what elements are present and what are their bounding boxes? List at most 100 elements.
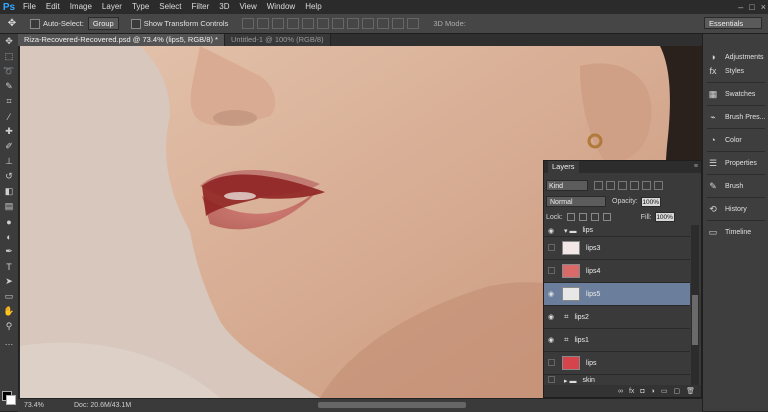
auto-select-dropdown[interactable]: Group [87, 17, 119, 30]
align-top-icon[interactable] [242, 18, 255, 29]
menu-type[interactable]: Type [127, 0, 154, 14]
dock-styles[interactable]: fx Styles [707, 64, 744, 78]
menu-filter[interactable]: Filter [187, 0, 215, 14]
layer-row-lips[interactable]: lips [544, 352, 690, 375]
tab-riza-document[interactable]: Riza-Recovered-Recovered.psd @ 73.4% (li… [18, 34, 225, 46]
background-color-swatch[interactable] [6, 395, 16, 405]
document-size[interactable]: Doc: 20.6M/43.1M [74, 402, 131, 409]
dock-adjustments[interactable]: ◑ Adjustments [707, 50, 763, 64]
group-expand-icon[interactable]: ▾ ▬ [564, 227, 576, 235]
panel-menu-icon[interactable]: ≡ [694, 161, 698, 173]
align-left-icon[interactable] [287, 18, 300, 29]
add-mask-icon[interactable]: ◘ [640, 388, 644, 395]
lock-pixels-icon[interactable] [578, 213, 587, 221]
lock-position-icon[interactable] [590, 213, 599, 221]
dock-brush-presets[interactable]: ⌁ Brush Pres... [707, 110, 765, 124]
lock-all-icon[interactable] [602, 213, 611, 221]
workspace-switcher[interactable]: Essentials [704, 17, 762, 29]
hand-tool-icon[interactable]: ✋ [0, 304, 18, 319]
dock-color[interactable]: ◔ Color [707, 133, 741, 147]
visibility-toggle-icon[interactable] [544, 266, 558, 276]
layer-style-icon[interactable]: fx [629, 388, 634, 395]
layer-row-lips2[interactable]: ◉ ⌗ lips2 [544, 306, 690, 329]
filter-adjustment-icon[interactable] [606, 181, 615, 190]
visibility-eye-icon[interactable]: ◉ [544, 290, 558, 298]
align-vcenter-icon[interactable] [257, 18, 270, 29]
distribute-top-icon[interactable] [332, 18, 345, 29]
zoom-tool-icon[interactable]: ⚲ [0, 319, 18, 334]
visibility-toggle-icon[interactable] [544, 376, 558, 385]
menu-view[interactable]: View [235, 0, 262, 14]
dock-brush[interactable]: ✎ Brush [707, 179, 743, 193]
new-group-icon[interactable]: ▭ [661, 387, 668, 395]
menu-image[interactable]: Image [65, 0, 97, 14]
distribute-left-icon[interactable] [377, 18, 390, 29]
brush-tool-icon[interactable]: ✐ [0, 139, 18, 154]
layers-panel-title[interactable]: Layers [548, 161, 579, 173]
distribute-right-icon[interactable] [407, 18, 420, 29]
visibility-eye-icon[interactable]: ◉ [544, 336, 558, 344]
layer-row-lips4[interactable]: lips4 [544, 260, 690, 283]
path-selection-tool-icon[interactable]: ➤ [0, 274, 18, 289]
layers-scroll-thumb[interactable] [692, 295, 698, 345]
blend-mode-dropdown[interactable]: Normal [546, 196, 606, 207]
menu-window[interactable]: Window [262, 0, 300, 14]
minimize-button[interactable]: – [738, 0, 743, 14]
align-bottom-icon[interactable] [272, 18, 285, 29]
auto-select-checkbox[interactable] [30, 18, 40, 29]
pen-tool-icon[interactable]: ✒ [0, 244, 18, 259]
layers-panel-header[interactable]: Layers ≡ [544, 161, 701, 173]
adjustment-layer-icon[interactable]: ◑ [651, 388, 655, 395]
layer-row-lips1[interactable]: ◉ ⌗ lips1 [544, 329, 690, 352]
dock-properties[interactable]: ☰ Properties [707, 156, 757, 170]
dock-timeline[interactable]: ▭ Timeline [707, 225, 751, 239]
distribute-vcenter-icon[interactable] [347, 18, 360, 29]
eyedropper-tool-icon[interactable]: ⁄ [0, 109, 18, 124]
marquee-tool-icon[interactable]: ⬚ [0, 49, 18, 64]
delete-layer-icon[interactable]: 🗑 [686, 387, 695, 395]
visibility-eye-icon[interactable]: ◉ [544, 227, 558, 235]
menu-file[interactable]: File [18, 0, 41, 14]
menu-layer[interactable]: Layer [97, 0, 127, 14]
zoom-level[interactable]: 73.4% [18, 402, 54, 409]
align-right-icon[interactable] [317, 18, 330, 29]
show-transform-checkbox[interactable] [130, 18, 141, 29]
group-collapsed-icon[interactable]: ▸ ▬ [564, 377, 576, 385]
menu-help[interactable]: Help [300, 0, 326, 14]
eraser-tool-icon[interactable]: ◧ [0, 184, 18, 199]
history-brush-tool-icon[interactable]: ↺ [0, 169, 18, 184]
dodge-tool-icon[interactable]: ◐ [0, 229, 18, 244]
dock-swatches[interactable]: ▦ Swatches [707, 87, 756, 101]
tab-untitled-1[interactable]: Untitled-1 @ 100% (RGB/8) [224, 34, 331, 46]
horizontal-scrollbar[interactable] [318, 402, 466, 408]
distribute-hcenter-icon[interactable] [392, 18, 405, 29]
fill-field[interactable]: 100% [654, 212, 675, 222]
type-tool-icon[interactable]: T [0, 259, 18, 274]
filter-smart-object-icon[interactable] [642, 181, 651, 190]
blur-tool-icon[interactable]: ● [0, 214, 18, 229]
layers-scrollbar[interactable] [691, 225, 699, 385]
quick-select-tool-icon[interactable]: ✎ [0, 79, 18, 94]
align-hcenter-icon[interactable] [302, 18, 315, 29]
layer-group-skin[interactable]: ▸ ▬ skin [544, 375, 690, 385]
filter-toggle-icon[interactable] [654, 181, 663, 190]
menu-select[interactable]: Select [154, 0, 186, 14]
distribute-bottom-icon[interactable] [362, 18, 375, 29]
close-button[interactable]: × [761, 0, 766, 14]
shape-tool-icon[interactable]: ▭ [0, 289, 18, 304]
filter-pixel-icon[interactable] [594, 181, 603, 190]
clone-stamp-tool-icon[interactable]: ⊥ [0, 154, 18, 169]
filter-type-icon[interactable] [618, 181, 627, 190]
layer-row-lips3[interactable]: lips3 [544, 237, 690, 260]
visibility-toggle-icon[interactable] [544, 358, 558, 368]
crop-tool-icon[interactable]: ⌗ [0, 94, 18, 109]
gradient-tool-icon[interactable]: ▤ [0, 199, 18, 214]
healing-brush-tool-icon[interactable]: ✚ [0, 124, 18, 139]
menu-edit[interactable]: Edit [41, 0, 65, 14]
move-tool-icon[interactable]: ✥ [0, 34, 18, 49]
lock-transparency-icon[interactable] [566, 213, 575, 221]
new-layer-icon[interactable]: ▢ [673, 387, 680, 395]
link-layers-icon[interactable]: ∞ [618, 388, 623, 395]
layer-group-lips[interactable]: ◉ ▾ ▬ lips [544, 225, 690, 237]
maximize-button[interactable]: □ [749, 0, 754, 14]
